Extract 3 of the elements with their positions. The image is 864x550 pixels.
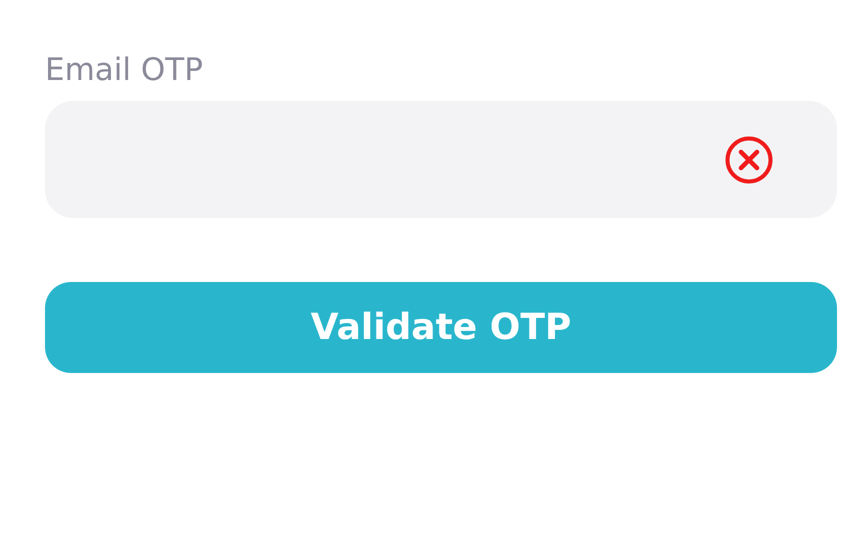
otp-field[interactable] (45, 101, 837, 218)
field-label: Email OTP (45, 52, 204, 90)
validate-button[interactable]: Validate OTP (45, 282, 837, 374)
